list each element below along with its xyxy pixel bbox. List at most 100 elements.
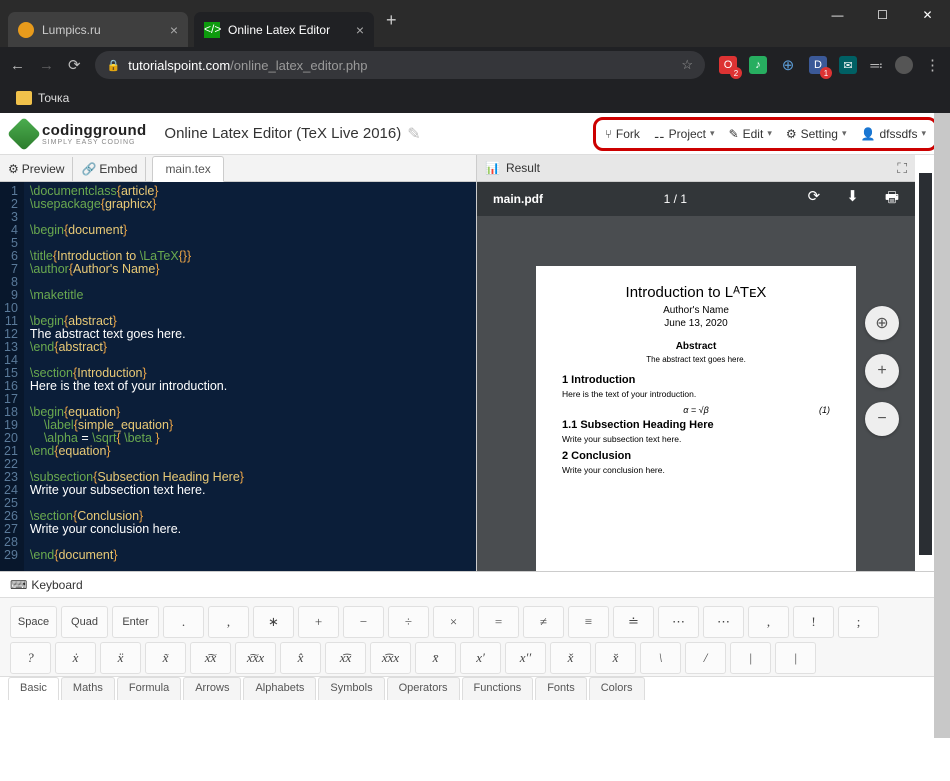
keyboard-key[interactable]: +: [298, 606, 339, 638]
reload-button[interactable]: ⟳: [68, 56, 81, 74]
keyboard-key[interactable]: |: [730, 642, 771, 674]
keyboard-key[interactable]: ;: [838, 606, 879, 638]
keyboard-key[interactable]: ⋯: [658, 606, 699, 638]
url-input[interactable]: 🔒 tutorialspoint.com/online_latex_editor…: [95, 51, 705, 79]
keyboard-key[interactable]: .: [163, 606, 204, 638]
extension-icon[interactable]: ✉: [839, 56, 857, 74]
keyboard-key[interactable]: ÷: [388, 606, 429, 638]
edit-menu[interactable]: ✎Edit▾: [724, 124, 777, 144]
keyboard-tab[interactable]: Colors: [589, 677, 645, 700]
keyboard-key[interactable]: −: [343, 606, 384, 638]
close-icon[interactable]: ×: [170, 22, 178, 38]
keyboard-tab[interactable]: Functions: [462, 677, 534, 700]
browser-tab-1[interactable]: Lumpics.ru ×: [8, 12, 188, 47]
keyboard-key[interactable]: Enter: [112, 606, 159, 638]
user-menu[interactable]: 👤dfssdfs▾: [856, 124, 932, 144]
keyboard-key[interactable]: \: [640, 642, 681, 674]
keyboard-key[interactable]: x̂: [280, 642, 321, 674]
keyboard-key[interactable]: x̄: [415, 642, 456, 674]
keyboard-key[interactable]: /: [685, 642, 726, 674]
zoom-in-button[interactable]: +: [865, 354, 899, 388]
keyboard-tab[interactable]: Operators: [387, 677, 460, 700]
keyboard-key[interactable]: ?: [10, 642, 51, 674]
extension-icon[interactable]: D1: [809, 56, 827, 74]
project-menu[interactable]: ⚋Project▾: [649, 124, 720, 144]
embed-button[interactable]: 🔗Embed: [73, 157, 146, 181]
page-title: Online Latex Editor (TeX Live 2016): [164, 125, 401, 142]
pdf-viewer[interactable]: Introduction to LᴬTᴇX Author's Name June…: [477, 216, 915, 571]
page-scrollbar[interactable]: [934, 113, 950, 738]
setting-menu[interactable]: ⚙Setting▾: [781, 124, 852, 144]
minimize-button[interactable]: —: [815, 0, 860, 30]
pdf-page: Introduction to LᴬTᴇX Author's Name June…: [536, 266, 856, 571]
keyboard-key[interactable]: ẋ: [55, 642, 96, 674]
pdf-body: Write your conclusion here.: [562, 465, 830, 475]
download-icon[interactable]: ⬇: [846, 187, 859, 212]
new-tab-button[interactable]: +: [386, 10, 397, 31]
pdf-abstract-heading: Abstract: [562, 341, 830, 352]
keyboard-key[interactable]: x′: [460, 642, 501, 674]
zoom-out-button[interactable]: −: [865, 402, 899, 436]
keyboard-key[interactable]: x′′: [505, 642, 546, 674]
keyboard-key[interactable]: Space: [10, 606, 57, 638]
keyboard-key[interactable]: ẍ: [100, 642, 141, 674]
keyboard-tab[interactable]: Basic: [8, 677, 59, 700]
keyboard-tab[interactable]: Fonts: [535, 677, 587, 700]
rotate-icon[interactable]: ⟳: [808, 187, 821, 212]
fullscreen-icon[interactable]: ⛶: [897, 160, 907, 177]
fork-button[interactable]: ⑂Fork: [600, 124, 645, 144]
keyboard-key[interactable]: ≠: [523, 606, 564, 638]
keyboard-key[interactable]: Quad: [61, 606, 108, 638]
browser-tab-2[interactable]: </> Online Latex Editor ×: [194, 12, 374, 47]
keyboard-key[interactable]: !: [793, 606, 834, 638]
close-button[interactable]: ✕: [905, 0, 950, 30]
keyboard-key[interactable]: x͡x: [325, 642, 366, 674]
keyboard-key[interactable]: =: [478, 606, 519, 638]
keyboard-key[interactable]: x̆: [595, 642, 636, 674]
keyboard-key[interactable]: ×: [433, 606, 474, 638]
keyboard-tab[interactable]: Formula: [117, 677, 181, 700]
profile-avatar[interactable]: [895, 56, 913, 74]
forward-button[interactable]: →: [39, 57, 54, 74]
keyboard-tab[interactable]: Alphabets: [243, 677, 316, 700]
code-content[interactable]: \documentclass{article}\usepackage{graph…: [24, 182, 250, 571]
extension-icon[interactable]: O2: [719, 56, 737, 74]
extension-icon[interactable]: ♪: [749, 56, 767, 74]
keyboard-key[interactable]: |: [775, 642, 816, 674]
fit-button[interactable]: ⊕: [865, 306, 899, 340]
back-button[interactable]: ←: [10, 57, 25, 74]
keyboard-key[interactable]: x͠xx: [235, 642, 276, 674]
keyboard-key[interactable]: x̌: [550, 642, 591, 674]
bookmark-item[interactable]: Точка: [38, 91, 69, 105]
code-editor[interactable]: 1234567891011121314151617181920212223242…: [0, 182, 476, 571]
keyboard-key[interactable]: ∗: [253, 606, 294, 638]
keyboard-key[interactable]: ≐: [613, 606, 654, 638]
keyboard-tab[interactable]: Symbols: [318, 677, 384, 700]
file-tab[interactable]: main.tex: [152, 156, 223, 182]
preview-button[interactable]: ⚙Preview: [0, 157, 73, 181]
keyboard-key[interactable]: x͠x: [190, 642, 231, 674]
keyboard-key[interactable]: x̃: [145, 642, 186, 674]
star-icon[interactable]: ☆: [681, 57, 693, 73]
keyboard-key[interactable]: ≡: [568, 606, 609, 638]
editor-tabs: ⚙Preview 🔗Embed main.tex: [0, 155, 476, 182]
keyboard-tab[interactable]: Arrows: [183, 677, 241, 700]
edit-title-icon[interactable]: ✎: [407, 124, 420, 144]
maximize-button[interactable]: ☐: [860, 0, 905, 30]
keyboard-key[interactable]: x͡xx: [370, 642, 411, 674]
reading-list-icon[interactable]: ≕: [869, 57, 883, 74]
pdf-scrollbar[interactable]: [919, 173, 932, 555]
keyboard-key[interactable]: ⋯: [703, 606, 744, 638]
logo-icon: [7, 117, 41, 151]
keyboard-header[interactable]: ⌨ Keyboard: [0, 572, 950, 598]
print-icon[interactable]: 🖶: [885, 187, 899, 212]
keyboard-key[interactable]: ,: [208, 606, 249, 638]
logo[interactable]: codingground SIMPLY EASY CODING: [12, 122, 146, 146]
extension-icon[interactable]: ⊕: [779, 56, 797, 74]
keyboard-icon: ⌨: [10, 578, 27, 592]
close-icon[interactable]: ×: [356, 22, 364, 38]
keyboard-key[interactable]: ,: [748, 606, 789, 638]
gears-icon: ⚙: [8, 162, 19, 176]
keyboard-tab[interactable]: Maths: [61, 677, 115, 700]
menu-icon[interactable]: ⋮: [925, 56, 940, 74]
